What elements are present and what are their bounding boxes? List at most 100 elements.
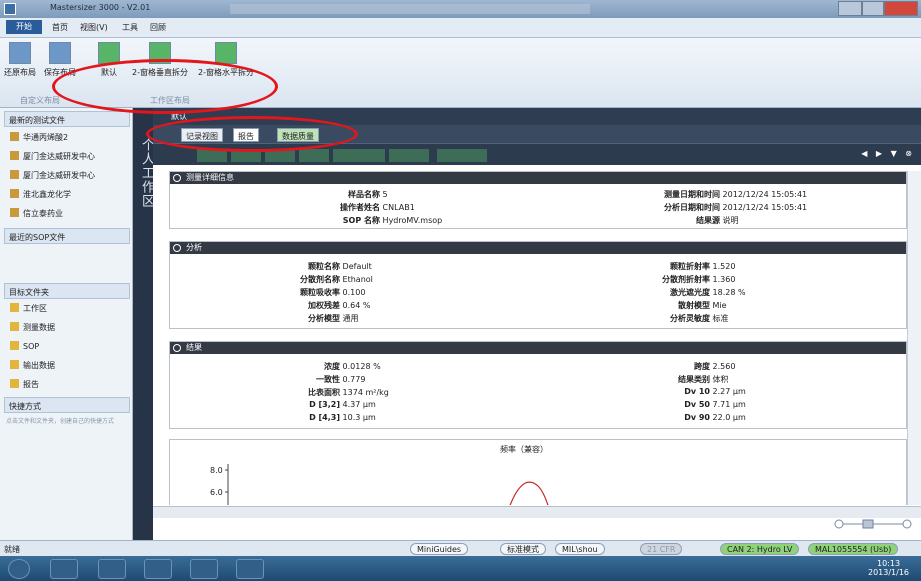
shortcuts-hint: 点击文件和文件夹，创建自己的快捷方式	[6, 418, 115, 425]
miniguides-button[interactable]: MiniGuides	[410, 543, 469, 555]
menu-tools[interactable]: 工具	[122, 22, 138, 33]
mode-button[interactable]: 标准模式	[500, 543, 546, 555]
save-icon	[49, 42, 71, 64]
field-row: 跨度 2.560	[694, 362, 736, 371]
zoom-slider[interactable]	[833, 518, 913, 530]
minimize-button[interactable]	[838, 1, 862, 16]
menu-home[interactable]: 首页	[52, 22, 68, 33]
menu-bar: 开始 首页 视图(V) 工具 回顾	[0, 18, 921, 38]
recent-file-item[interactable]: 淮北鑫龙化学	[10, 189, 71, 200]
recent-file-item[interactable]: 厦门金达威研发中心	[10, 170, 95, 181]
field-row: Dv 50 7.71 μm	[684, 400, 746, 409]
field-row: 比表面积 1374 m²/kg	[308, 388, 389, 397]
results-panel: 结果 浓度 0.0128 % 一致性 0.779 比表面积 1374 m²/kg…	[169, 341, 907, 429]
clock[interactable]: 10:13 2013/1/16	[868, 559, 909, 577]
field-row: Dv 10 2.27 μm	[684, 387, 746, 396]
folders-header[interactable]: 目标文件夹	[4, 283, 130, 299]
word-icon[interactable]	[236, 559, 264, 579]
file-icon	[10, 208, 19, 217]
collapse-icon[interactable]	[173, 174, 181, 182]
restore-layout-button[interactable]: 还原布局	[4, 42, 36, 78]
folder-item[interactable]: 工作区	[10, 303, 47, 314]
analysis-panel: 分析 颗粒名称 Default 分散剂名称 Ethanol 颗粒吸收率 0.10…	[169, 241, 907, 329]
user-button[interactable]: MIL\shou	[555, 543, 605, 555]
field-row: 分散剂折射率 1.360	[662, 275, 736, 284]
field-row: 散射模型 Mie	[678, 301, 727, 310]
annotation-circle	[52, 59, 278, 114]
collapse-icon[interactable]	[173, 344, 181, 352]
ribbon-group-label: 自定义布局	[20, 96, 60, 105]
layout-icon	[9, 42, 31, 64]
browser-icon[interactable]	[98, 559, 126, 579]
folder-icon	[10, 360, 19, 369]
app-icon[interactable]	[4, 3, 16, 15]
vertical-workspace-tab[interactable]: 个人工作区	[133, 108, 154, 540]
field-row: 颗粒折射率 1.520	[670, 262, 736, 271]
menu-view[interactable]: 视图(V)	[80, 22, 108, 33]
recent-file-item[interactable]: 信立泰药业	[10, 208, 63, 219]
status-bar: 就绪 MiniGuides 标准模式 MIL\shou 21 CFR CAN 2…	[0, 540, 921, 556]
sub-tab[interactable]	[299, 149, 329, 162]
sub-tab[interactable]	[389, 149, 429, 162]
status-text: 就绪	[4, 545, 20, 554]
field-row: 操作者姓名 CNLAB1	[340, 203, 415, 212]
field-row: 浓度 0.0128 %	[324, 362, 381, 371]
field-row: 分散剂名称 Ethanol	[300, 275, 373, 284]
start-button-icon[interactable]	[8, 559, 30, 579]
media-player-icon[interactable]	[50, 559, 78, 579]
cfr-button[interactable]: 21 CFR	[640, 543, 683, 555]
folder-item[interactable]: 输出数据	[10, 360, 55, 371]
field-row: 样品名称 5	[348, 190, 388, 199]
measurement-panel: 测量详细信息 样品名称 5 操作者姓名 CNLAB1 SOP 名称 HydroM…	[169, 171, 907, 229]
folder-item[interactable]: 报告	[10, 379, 39, 390]
folder-icon	[10, 322, 19, 331]
horizontal-scrollbar[interactable]	[153, 506, 921, 518]
main-content: 默认 记录视图 报告 数据质量 ◀ ▶ ▼ ⊗ 测量详细信息 样品名称 5 操作…	[153, 108, 921, 540]
close-button[interactable]	[884, 1, 918, 16]
sub-tab[interactable]	[333, 149, 385, 162]
sub-tab[interactable]	[437, 149, 487, 162]
accessory-status-button[interactable]: CAN 2: Hydro LV	[720, 543, 800, 555]
folder-icon	[10, 379, 19, 388]
folder-item[interactable]: SOP	[10, 341, 39, 351]
window-title: Mastersizer 3000 - V2.01	[50, 3, 151, 12]
file-icon	[10, 170, 19, 179]
app-taskbar-icon[interactable]	[190, 559, 218, 579]
vertical-scrollbar[interactable]	[907, 171, 921, 505]
instrument-status-button[interactable]: MAL1055554 (Usb)	[808, 543, 899, 555]
left-pane: 最新的测试文件 华通丙烯酸2 厦门金达威研发中心 厦门金达威研发中心 淮北鑫龙化…	[0, 108, 133, 540]
folder-icon	[10, 341, 19, 350]
app-taskbar-icon[interactable]	[144, 559, 172, 579]
field-row: Dv 90 22.0 μm	[684, 413, 746, 422]
field-row: 颗粒名称 Default	[308, 262, 372, 271]
file-icon	[10, 132, 19, 141]
maximize-button[interactable]	[862, 1, 884, 16]
field-row: SOP 名称 HydroMV.msop	[342, 216, 443, 225]
distribution-curve	[509, 481, 549, 505]
field-row: 一致性 0.779	[316, 375, 366, 384]
folder-icon	[10, 303, 19, 312]
field-row: 激光遮光度 18.28 %	[670, 288, 746, 297]
chart-plot	[225, 464, 549, 505]
recent-file-item[interactable]: 华通丙烯酸2	[10, 132, 68, 143]
app-menu-button[interactable]: 开始	[6, 20, 42, 34]
panel-header: 测量详细信息	[170, 172, 906, 184]
horizontal-split-icon	[214, 42, 237, 64]
shortcuts-header[interactable]: 快捷方式	[4, 397, 130, 413]
collapse-icon[interactable]	[173, 244, 181, 252]
recent-sop-header[interactable]: 最近的SOP文件	[4, 228, 130, 244]
menu-review[interactable]: 回顾	[150, 22, 166, 33]
field-row: 结果类别 体积	[678, 375, 729, 384]
panel-header: 结果	[170, 342, 906, 354]
field-row: 测量日期和时间 2012/12/24 15:05:41	[664, 190, 808, 199]
field-row: 分析日期和时间 2012/12/24 15:05:41	[664, 203, 808, 212]
distribution-chart: 频率（兼容） 8.0 6.0	[169, 439, 907, 505]
recent-file-item[interactable]: 厦门金达威研发中心	[10, 151, 95, 162]
recent-files-header[interactable]: 最新的测试文件	[4, 111, 130, 127]
field-row: D [3,2] 4.37 μm	[309, 400, 376, 409]
nav-arrows[interactable]: ◀ ▶ ▼ ⊗	[861, 149, 915, 158]
title-bar-area	[230, 4, 590, 14]
field-row: 分析模型 通用	[308, 314, 359, 323]
field-row: D [4,3] 10.3 μm	[309, 413, 376, 422]
folder-item[interactable]: 测量数据	[10, 322, 55, 333]
